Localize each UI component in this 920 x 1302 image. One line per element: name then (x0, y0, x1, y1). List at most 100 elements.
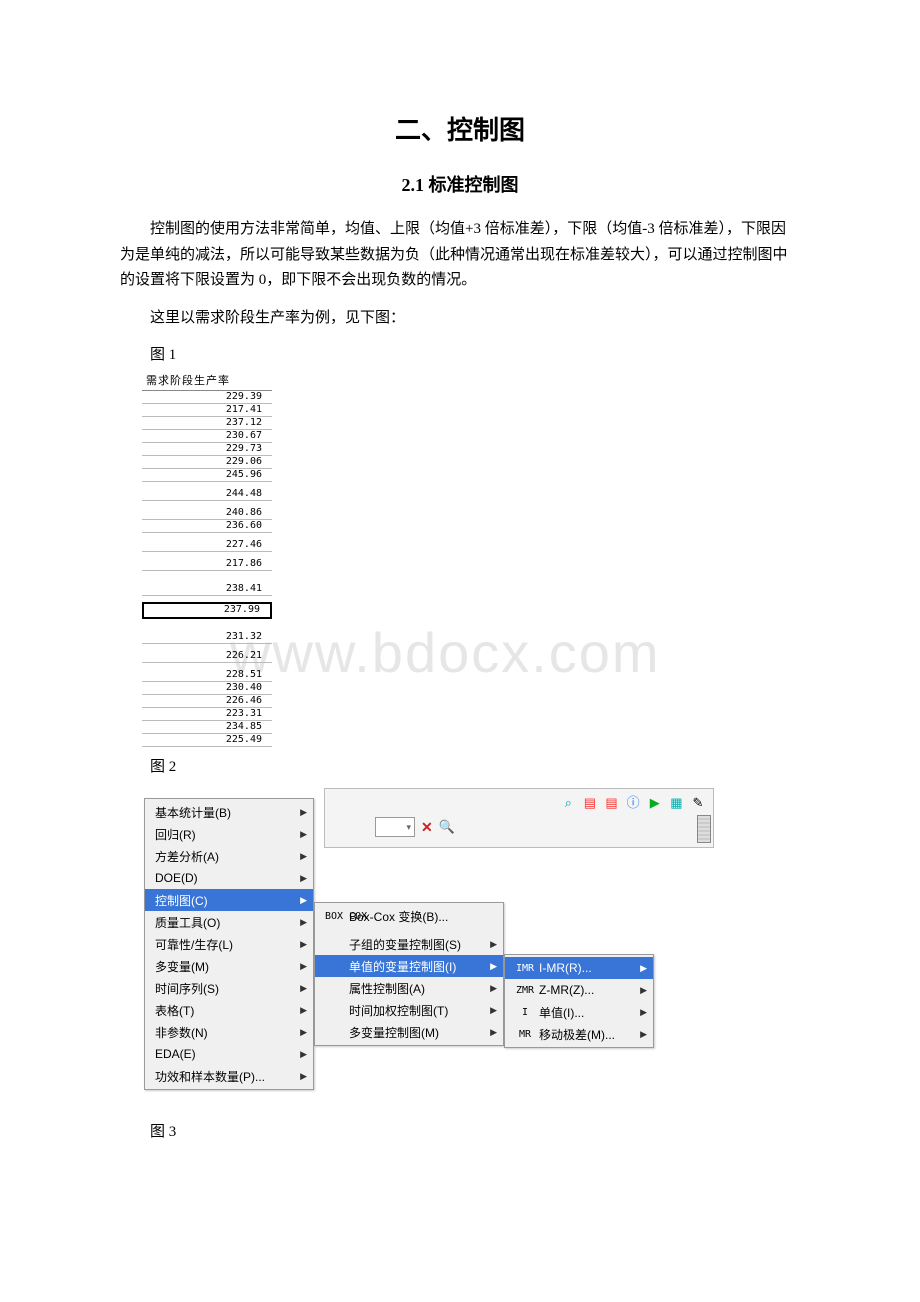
toolbar-info-icon[interactable]: ⓘ (626, 792, 642, 811)
chevron-right-icon: ▶ (490, 983, 497, 994)
data-cell[interactable]: 236.60 (142, 520, 272, 533)
paragraph-2: 这里以需求阶段生产率为例，见下图： (120, 306, 800, 332)
control-chart-submenu: BOX COXBox-Cox 变换(B)... 子组的变量控制图(S) ▶ 单值的变量… (314, 902, 504, 1046)
data-cell[interactable]: 217.41 (142, 404, 272, 417)
menu-item[interactable]: EDA(E)▶ (145, 1043, 313, 1065)
paragraph-1: 控制图的使用方法非常简单，均值、上限（均值+3 倍标准差），下限（均值-3 倍标… (120, 217, 800, 294)
menu-item[interactable]: 多变量控制图(M)▶ (315, 1021, 503, 1043)
menu-item-label: 可靠性/生存(L) (155, 936, 282, 953)
menu-item[interactable]: 质量工具(O)▶ (145, 911, 313, 933)
menu-item-label: 控制图(C) (155, 892, 282, 909)
toolbar-magnify-icon[interactable]: 🔍 (439, 819, 455, 835)
data-cell[interactable]: 245.96 (142, 469, 272, 482)
menu-item[interactable]: 表格(T)▶ (145, 999, 313, 1021)
menu-item[interactable]: 方差分析(A) ▶ (145, 845, 313, 867)
data-cell[interactable]: 228.51 (142, 669, 272, 682)
data-cell[interactable]: 240.86 (142, 507, 272, 520)
figure-3-label: 图 3 (120, 1120, 800, 1141)
menu-item[interactable]: ZMRZ-MR(Z)...▶ (505, 979, 653, 1001)
menu-item[interactable]: 基本统计量(B)▶ (145, 801, 313, 823)
menu-item-label: I-MR(R)... (539, 961, 622, 975)
toolbar-scrollbar[interactable] (697, 815, 711, 843)
figure-2-menu: ⌕ ▤ ▤ ⓘ ▶ ▦ ✎ ▾ ✕ 🔍 基本统计量(B)▶回归(R)▶方差分析(… (144, 782, 800, 1112)
data-cell[interactable]: 244.48 (142, 488, 272, 501)
menu-item[interactable]: 时间序列(S)▶ (145, 977, 313, 999)
menu-item-label: 单值的变量控制图(I) (349, 958, 472, 975)
data-cell[interactable]: 226.21 (142, 650, 272, 663)
data-cell[interactable]: 229.39 (142, 391, 272, 404)
chevron-right-icon: ▶ (300, 851, 307, 862)
chevron-right-icon: ▶ (640, 1007, 647, 1018)
menu-item[interactable]: BOX COXBox-Cox 变换(B)... (315, 905, 503, 927)
toolbar-edit-icon[interactable]: ✎ (691, 795, 707, 811)
data-cell[interactable]: 230.67 (142, 430, 272, 443)
menu-item[interactable]: 回归(R)▶ (145, 823, 313, 845)
menu-item-label: 单值(I)... (539, 1004, 622, 1021)
figure-1-data-column: 需求阶段生产率 229.39217.41237.12230.67229.7322… (142, 370, 272, 747)
menu-item-label: 功效和样本数量(P)... (155, 1068, 282, 1085)
data-cell[interactable]: 231.32 (142, 631, 272, 644)
menu-item[interactable]: 属性控制图(A)▶ (315, 977, 503, 999)
menu-item[interactable]: 时间加权控制图(T)▶ (315, 999, 503, 1021)
menu-item[interactable]: 多变量(M) ▶ (145, 955, 313, 977)
menu-item-icon: ZMR (515, 985, 535, 996)
menu-item-label: 移动极差(M)... (539, 1026, 622, 1043)
data-cell[interactable]: 237.99 (142, 602, 272, 619)
menu-item[interactable]: 子组的变量控制图(S) ▶ (315, 933, 503, 955)
figure-1-label: 图 1 (120, 343, 800, 364)
menu-item[interactable]: DOE(D) ▶ (145, 867, 313, 889)
menu-item[interactable]: MR移动极差(M)...▶ (505, 1023, 653, 1045)
toolbar-close-icon[interactable]: ✕ (421, 819, 433, 836)
data-cell[interactable]: 238.41 (142, 583, 272, 596)
menu-item-label: 基本统计量(B) (155, 804, 282, 821)
menu-item-label: 多变量(M) (155, 958, 282, 975)
watermark-text: www.bdocx.com (230, 620, 661, 685)
data-cell[interactable]: 223.31 (142, 708, 272, 721)
menu-item-icon: IMR (515, 963, 535, 974)
chevron-right-icon: ▶ (490, 939, 497, 950)
menu-item-label: DOE(D) (155, 871, 282, 885)
toolbar-icons: ⌕ ▤ ▤ ⓘ ▶ ▦ ✎ (561, 792, 707, 811)
menu-item-icon: MR (515, 1029, 535, 1040)
menu-item-label: EDA(E) (155, 1047, 282, 1061)
toolbar-doc2-icon[interactable]: ▤ (605, 795, 621, 811)
data-cell[interactable]: 227.46 (142, 539, 272, 552)
figure-2-label: 图 2 (120, 755, 800, 776)
toolbar: ⌕ ▤ ▤ ⓘ ▶ ▦ ✎ ▾ ✕ 🔍 (324, 788, 714, 848)
menu-item[interactable]: 单值的变量控制图(I)▶ (315, 955, 503, 977)
menu-item-label: Z-MR(Z)... (539, 983, 622, 997)
menu-item-label: 时间加权控制图(T) (349, 1002, 472, 1019)
column-header: 需求阶段生产率 (142, 370, 272, 391)
data-cell[interactable]: 217.86 (142, 558, 272, 571)
chevron-right-icon: ▶ (300, 961, 307, 972)
data-cell[interactable]: 225.49 (142, 734, 272, 747)
chevron-right-icon: ▶ (300, 939, 307, 950)
menu-item[interactable]: 可靠性/生存(L) ▶ (145, 933, 313, 955)
data-cell[interactable]: 237.12 (142, 417, 272, 430)
toolbar-doc-icon[interactable]: ▤ (583, 795, 599, 811)
menu-item-icon: BOX COX (325, 911, 345, 922)
toolbar-dropdown[interactable]: ▾ (375, 817, 415, 837)
menu-item-icon: I (515, 1007, 535, 1018)
menu-item-label: 表格(T) (155, 1002, 282, 1019)
menu-item-label: 子组的变量控制图(S) (349, 936, 472, 953)
data-cell[interactable]: 230.40 (142, 682, 272, 695)
data-cell[interactable]: 234.85 (142, 721, 272, 734)
menu-item[interactable]: IMR I-MR(R)... ▶ (505, 957, 653, 979)
toolbar-list-icon[interactable]: ▦ (669, 795, 685, 811)
chevron-right-icon: ▶ (300, 873, 307, 884)
data-cell[interactable]: 226.46 (142, 695, 272, 708)
menu-item[interactable]: 控制图(C)▶ (145, 889, 313, 911)
menu-item[interactable]: I 单值(I)... ▶ (505, 1001, 653, 1023)
toolbar-search-icon[interactable]: ⌕ (561, 795, 577, 811)
individuals-chart-submenu: IMRI-MR(R)...▶ZMRZ-MR(Z)...▶I单值(I)...▶MR… (504, 954, 654, 1048)
menu-item[interactable]: 功效和样本数量(P)...▶ (145, 1065, 313, 1087)
menu-item[interactable]: 非参数(N)▶ (145, 1021, 313, 1043)
data-cell[interactable]: 229.06 (142, 456, 272, 469)
chevron-right-icon: ▶ (640, 963, 647, 974)
toolbar-play-icon[interactable]: ▶ (648, 795, 664, 811)
section-title: 2.1 标准控制图 (120, 171, 800, 197)
menu-item-label: 时间序列(S) (155, 980, 282, 997)
menu-item-label: 方差分析(A) (155, 848, 282, 865)
data-cell[interactable]: 229.73 (142, 443, 272, 456)
